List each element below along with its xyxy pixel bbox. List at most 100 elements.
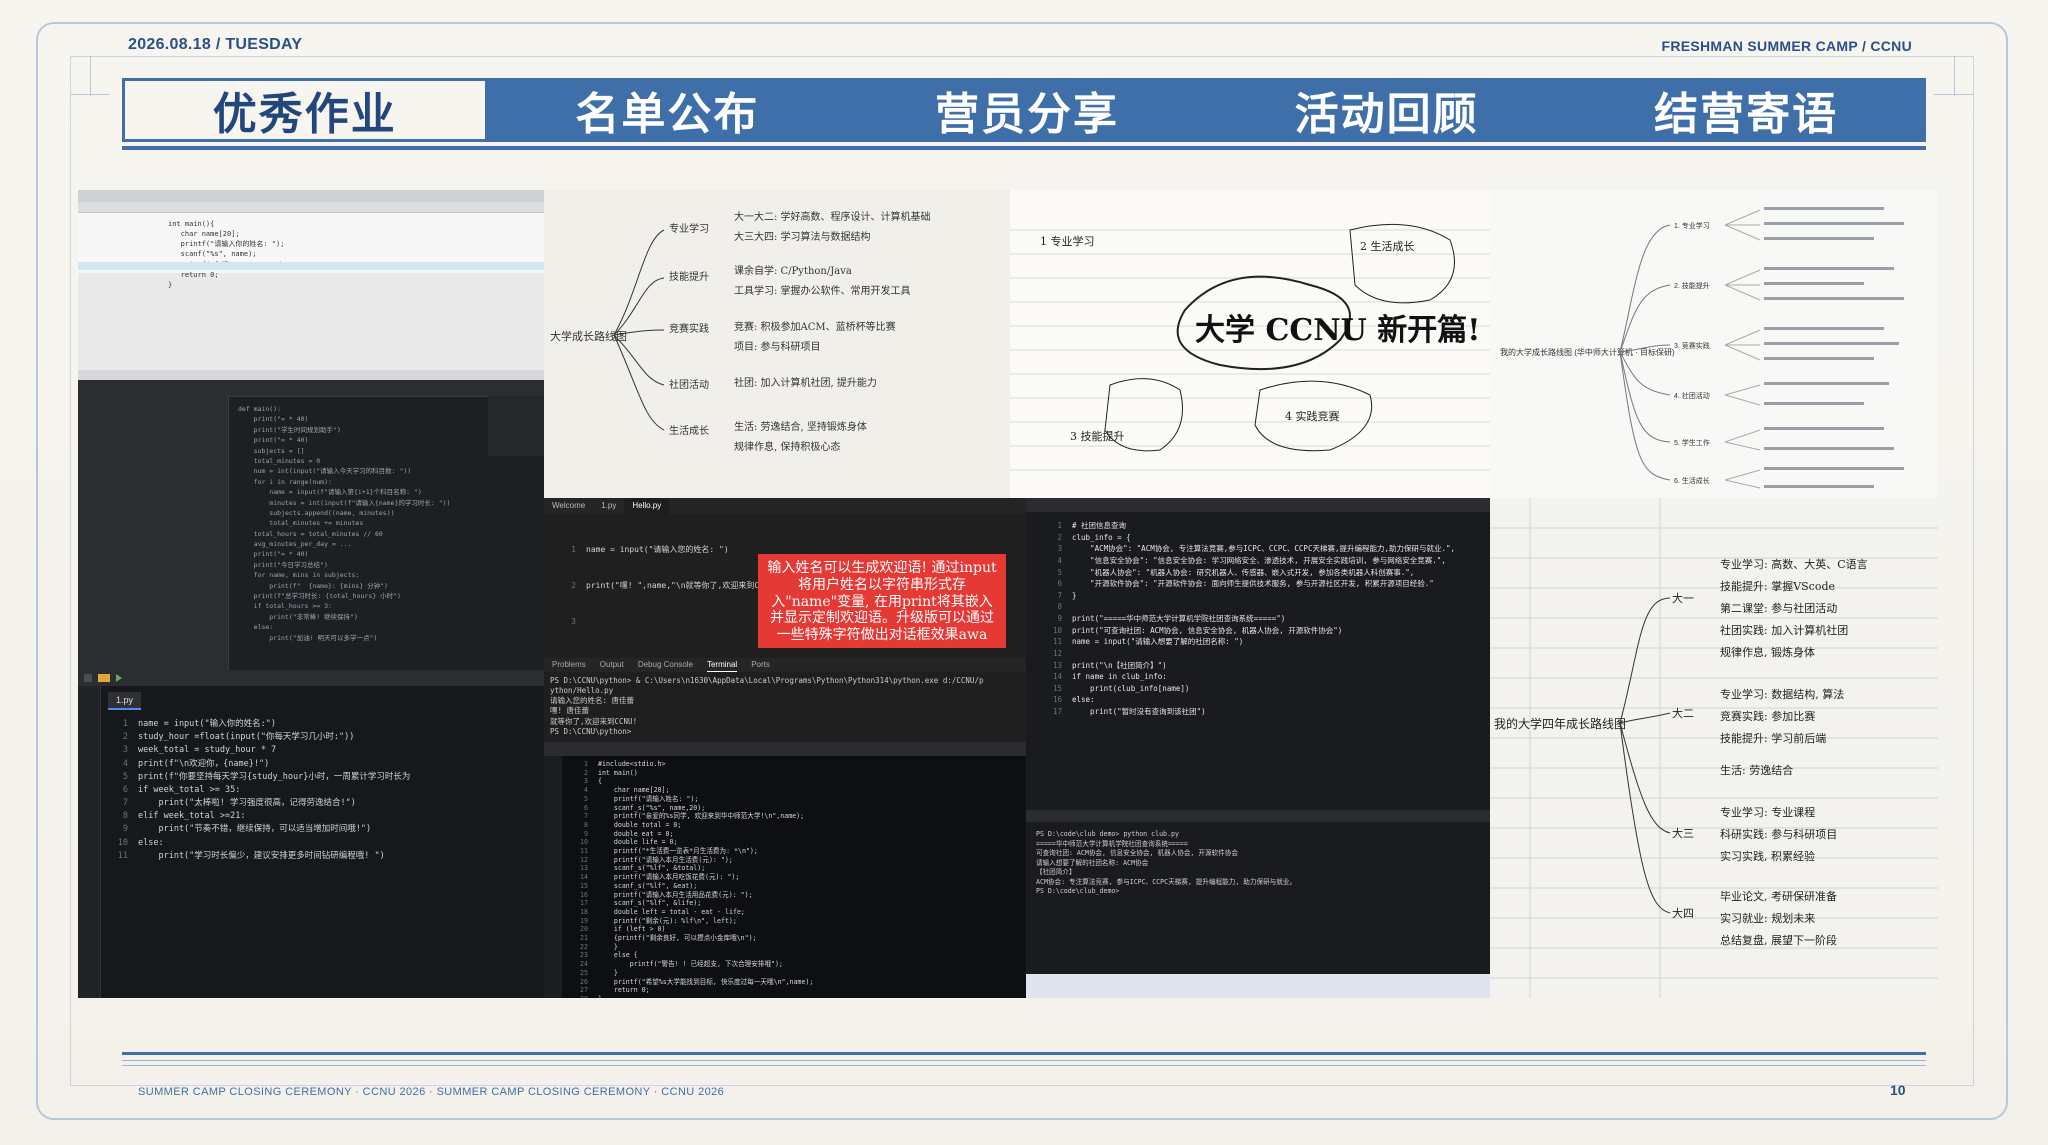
footer-rule-thin bbox=[122, 1065, 1926, 1066]
code-text: print(club_info[name]) bbox=[1072, 683, 1190, 693]
panel-tabs: Problems Output Debug Console Terminal P… bbox=[544, 658, 1026, 672]
tab-closing-message[interactable]: 结营寄语 bbox=[1566, 78, 1926, 142]
svg-text:技能提升: 学习前后端: 技能提升: 学习前后端 bbox=[1720, 731, 1826, 745]
code-line: PS D:\code\club demo> python club.py bbox=[1036, 830, 1296, 840]
code-line: 16 else: bbox=[1040, 694, 1455, 706]
svg-text:6. 生活成长: 6. 生活成长 bbox=[1674, 476, 1710, 485]
line-number: 8 bbox=[122, 811, 128, 822]
line-number: 22 bbox=[580, 942, 588, 951]
line-number: 21 bbox=[580, 934, 588, 943]
footer-rule-thin bbox=[122, 1060, 1926, 1061]
minimap bbox=[488, 396, 544, 456]
code-text: if (left > 0) bbox=[598, 925, 666, 934]
section-tabs: 优秀作业 名单公布 营员分享 活动回顾 结营寄语 bbox=[122, 78, 1926, 142]
code-line: 10 else: bbox=[106, 837, 410, 850]
code-text: "ACM协会": "ACM协会, 专注算法竞赛,参与ICPC、CCPC、CCPC… bbox=[1072, 544, 1456, 554]
svg-text:大二: 大二 bbox=[1672, 706, 1694, 720]
svg-text:大学 CCNU 新开篇!: 大学 CCNU 新开篇! bbox=[1195, 313, 1480, 348]
tab-welcome[interactable]: Welcome bbox=[544, 498, 593, 514]
tab-output[interactable]: Output bbox=[600, 658, 624, 672]
code-line: ACM协会: 专注算法竞赛, 参与ICPC、CCPC天梯赛, 提升编程能力, 助… bbox=[1036, 878, 1296, 888]
svg-text:总结复盘, 展望下一阶段: 总结复盘, 展望下一阶段 bbox=[1720, 933, 1837, 947]
code-line: PS D:\CCNU\python> & C:\Users\n1630\AppD… bbox=[550, 676, 983, 686]
tab-1py[interactable]: 1.py bbox=[593, 498, 624, 514]
code-line: 14 if name in club_info: bbox=[1040, 671, 1455, 683]
tab-camper-sharing[interactable]: 营员分享 bbox=[847, 78, 1207, 142]
tab-ports[interactable]: Ports bbox=[751, 658, 770, 672]
code-text: 可查询社团: ACM协会, 信息安全协会, 机器人协会, 开源软件协会 bbox=[1036, 849, 1238, 858]
line-number: 9 bbox=[122, 824, 128, 835]
line-number: 10 bbox=[580, 838, 588, 847]
svg-text:专业学习: 专业课程: 专业学习: 专业课程 bbox=[1720, 805, 1815, 819]
line-number: 12 bbox=[1052, 648, 1062, 658]
svg-text:第二课堂: 参与社团活动: 第二课堂: 参与社团活动 bbox=[1720, 601, 1837, 615]
project-icon[interactable] bbox=[98, 674, 110, 682]
svg-text:3. 竞赛实践: 3. 竞赛实践 bbox=[1674, 341, 1710, 350]
code-text: 【社团简介】 bbox=[1036, 868, 1076, 877]
code-text: club_info = { bbox=[1072, 532, 1131, 542]
c-source: 1 #include<stdio.h> 2 int main() 3{4 char na… bbox=[566, 760, 813, 998]
tab-name-list[interactable]: 名单公布 bbox=[488, 78, 848, 142]
tab-hello-py[interactable]: Hello.py bbox=[624, 498, 670, 514]
tab-debug-console[interactable]: Debug Console bbox=[638, 658, 693, 672]
svg-text:工具学习: 掌握办公软件、常用开发工具: 工具学习: 掌握办公软件、常用开发工具 bbox=[734, 284, 911, 297]
code-line: 1 name = input("输入你的姓名:") bbox=[106, 718, 410, 731]
code-text: scanf_s("%s", name,20); bbox=[598, 803, 706, 812]
line-number: 15 bbox=[580, 881, 588, 890]
svg-text:大三大四: 学习算法与数据结构: 大三大四: 学习算法与数据结构 bbox=[734, 230, 871, 243]
code-line: 5 print(f"你要坚持每天学习{study_hour}小时，一周累计学习时长… bbox=[106, 771, 410, 784]
code-line: 8 bbox=[1040, 601, 1455, 613]
code-text: double total = 0; bbox=[598, 820, 682, 829]
line-number: 6 bbox=[584, 803, 588, 812]
code-text: double eat = 0; bbox=[598, 829, 674, 838]
code-line: 【社团简介】 bbox=[1036, 868, 1296, 878]
svg-text:生活: 劳逸结合: 生活: 劳逸结合 bbox=[1720, 763, 1793, 777]
ide-toolbar bbox=[78, 670, 544, 686]
line-number: 5 bbox=[1057, 567, 1062, 577]
tab-excellent-work[interactable]: 优秀作业 bbox=[122, 78, 488, 142]
code-line: 28} bbox=[566, 995, 813, 998]
line-number: 3 bbox=[122, 745, 128, 756]
code-line: 4 "信息安全协会": "信息安全协会: 学习网络安全、渗透技术, 开展安全实践… bbox=[1040, 555, 1455, 567]
code-line: 24 printf("警告! ! 已经超支, 下次合理安排哦"); bbox=[566, 960, 813, 969]
code-line: 嘿! 唐佳蕾 bbox=[550, 706, 983, 716]
line-number: 1 bbox=[584, 760, 588, 768]
python-code: 1 name = input("输入你的姓名:") 2 study_hour =flo… bbox=[106, 718, 411, 863]
gutter bbox=[544, 756, 562, 998]
code-line: 请输入您的姓名: 唐佳蕾 bbox=[550, 696, 983, 706]
homework-gallery: int main(){ char name[20]; printf("请输入你的… bbox=[78, 190, 1938, 998]
tab-1py[interactable]: 1.py bbox=[108, 692, 142, 710]
code-line: 2 int main() bbox=[566, 769, 813, 778]
code-line: 6 scanf_s("%s", name,20); bbox=[566, 804, 813, 813]
line-number: 28 bbox=[566, 995, 588, 998]
code-text: "机器人协会": "机器人协会: 研究机器人、传感器、嵌入式开发, 参加各类机器… bbox=[1072, 567, 1415, 577]
footer-rule bbox=[122, 1052, 1926, 1055]
code-line: PS D:\code\club_demo> bbox=[1036, 887, 1296, 897]
tabs-underline bbox=[122, 146, 1926, 150]
tab-terminal[interactable]: Terminal bbox=[706, 658, 738, 672]
svg-text:1. 专业学习: 1. 专业学习 bbox=[1674, 221, 1710, 230]
code-line: 22 } bbox=[566, 943, 813, 952]
code-line: 6 if week_total >= 35: bbox=[106, 784, 410, 797]
menu-icon[interactable] bbox=[84, 674, 92, 682]
code-line: 8 double total = 0; bbox=[566, 821, 813, 830]
editor-tabs: Welcome 1.py Hello.py bbox=[544, 498, 1026, 514]
tab-activity-review[interactable]: 活动回顾 bbox=[1207, 78, 1567, 142]
svg-text:竞赛: 积极参加ACM、蓝桥杯等比赛: 竞赛: 积极参加ACM、蓝桥杯等比赛 bbox=[734, 320, 896, 333]
code-text: printf("请输入本月吃饭花费(元): "); bbox=[598, 873, 740, 882]
code-text: if name in club_info: bbox=[1072, 672, 1167, 682]
code-line: 7 print("太棒啦! 学习强度很高，记得劳逸结合!") bbox=[106, 797, 410, 810]
code-text: scanf_s("%lf", &life); bbox=[598, 899, 702, 908]
code-line: 4 print(f"\n欢迎你，{name}!") bbox=[106, 758, 410, 771]
svg-text:规律作息, 保持积极心态: 规律作息, 保持积极心态 bbox=[734, 440, 840, 453]
code-text: printf("警告! ! 已经超支, 下次合理安排哦"); bbox=[598, 960, 783, 969]
svg-text:竞赛实践: 参加比赛: 竞赛实践: 参加比赛 bbox=[1720, 709, 1815, 723]
line-number: 15 bbox=[1052, 683, 1062, 693]
line-number: 16 bbox=[1052, 695, 1062, 705]
handwritten-mindmap: 大学成长路线图 专业学习技能提升 竞赛实践社团活动生活成长 大一大二: 学好高数… bbox=[550, 210, 931, 453]
line-number: 4 bbox=[584, 786, 588, 795]
panel-header bbox=[1026, 810, 1490, 822]
run-icon[interactable] bbox=[116, 674, 124, 682]
tab-problems[interactable]: Problems bbox=[552, 658, 586, 672]
sketch-drawing: 大学 CCNU 新开篇! 1 专业学习 2 生活成长 3 技能提升 4 实践竞赛 bbox=[1010, 223, 1490, 471]
